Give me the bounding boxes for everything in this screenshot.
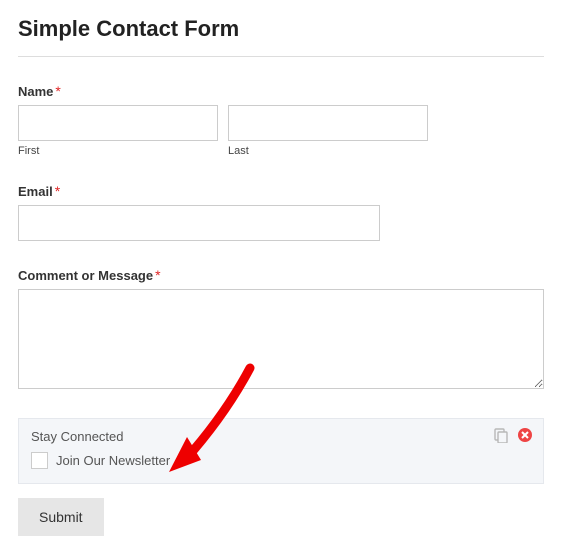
divider bbox=[18, 56, 544, 57]
required-marker: * bbox=[55, 83, 60, 99]
email-label: Email bbox=[18, 184, 53, 199]
delete-icon[interactable] bbox=[517, 427, 533, 443]
required-marker: * bbox=[155, 267, 160, 283]
first-name-sublabel: First bbox=[18, 145, 218, 157]
name-field-group: Name* First Last bbox=[18, 83, 544, 157]
last-name-input[interactable] bbox=[228, 105, 428, 141]
submit-button[interactable]: Submit bbox=[18, 498, 104, 536]
stay-connected-block[interactable]: Stay Connected Join Our Newsletter bbox=[18, 418, 544, 484]
newsletter-checkbox-label: Join Our Newsletter bbox=[56, 453, 170, 468]
duplicate-icon[interactable] bbox=[493, 427, 509, 443]
last-name-sublabel: Last bbox=[228, 145, 428, 157]
required-marker: * bbox=[55, 183, 60, 199]
first-name-input[interactable] bbox=[18, 105, 218, 141]
stay-connected-title: Stay Connected bbox=[31, 429, 531, 444]
email-field-group: Email* bbox=[18, 183, 544, 241]
comment-textarea[interactable] bbox=[18, 289, 544, 389]
comment-field-group: Comment or Message* bbox=[18, 267, 544, 392]
form-title: Simple Contact Form bbox=[18, 16, 544, 42]
email-input[interactable] bbox=[18, 205, 380, 241]
newsletter-checkbox-row[interactable]: Join Our Newsletter bbox=[31, 452, 531, 469]
block-actions bbox=[493, 427, 533, 443]
comment-label: Comment or Message bbox=[18, 268, 153, 283]
name-label: Name bbox=[18, 84, 53, 99]
newsletter-checkbox[interactable] bbox=[31, 452, 48, 469]
